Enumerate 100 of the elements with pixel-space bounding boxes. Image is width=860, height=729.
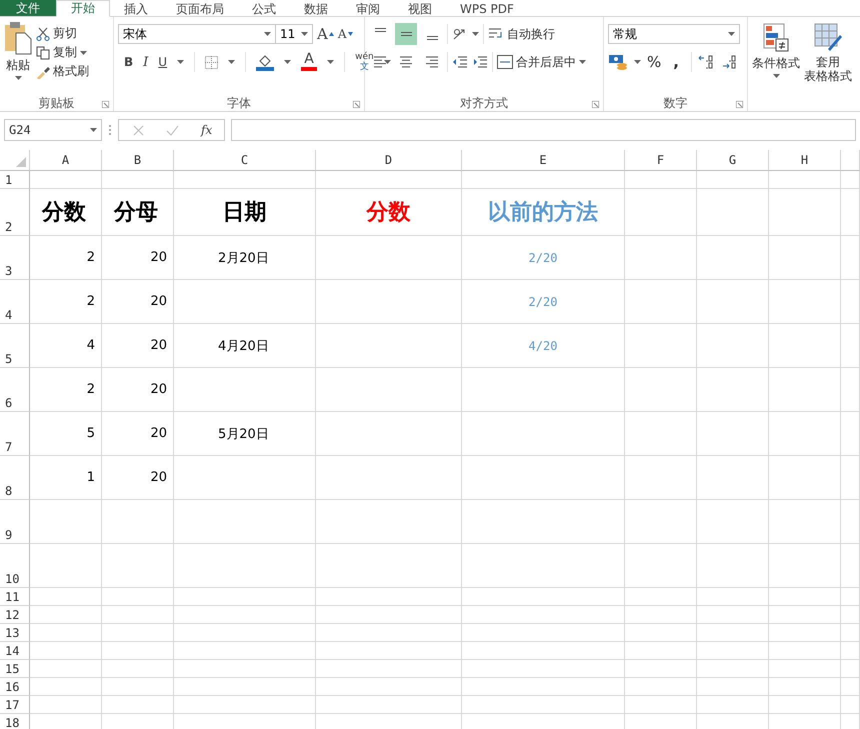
dropdown-caret-icon[interactable] bbox=[384, 60, 391, 64]
dialog-launcher-icon[interactable] bbox=[592, 101, 599, 108]
ribbon-tab[interactable]: WPS PDF bbox=[446, 2, 528, 16]
row-header[interactable]: 7 bbox=[5, 440, 12, 454]
increase-indent-icon[interactable] bbox=[472, 55, 488, 69]
column-header[interactable]: H bbox=[769, 150, 841, 171]
dropdown-caret-icon[interactable] bbox=[264, 32, 271, 36]
dropdown-caret-icon[interactable] bbox=[728, 32, 735, 36]
table-cell bbox=[841, 500, 860, 544]
grow-font-button[interactable]: A bbox=[317, 25, 334, 43]
name-box[interactable]: G24 bbox=[4, 119, 102, 141]
table-cell bbox=[697, 500, 769, 544]
table-cell: 20 bbox=[102, 280, 174, 324]
table-cell bbox=[697, 368, 769, 412]
dialog-launcher-icon[interactable] bbox=[736, 101, 743, 108]
table-cell bbox=[769, 171, 841, 189]
table-cell bbox=[769, 500, 841, 544]
comma-button[interactable]: , bbox=[667, 53, 685, 71]
number-format-field[interactable]: 常规 bbox=[608, 24, 740, 44]
column-header[interactable]: F bbox=[625, 150, 697, 171]
dropdown-caret-icon[interactable] bbox=[327, 60, 334, 64]
column-header[interactable]: E bbox=[462, 150, 625, 171]
paste-button[interactable]: 粘贴 bbox=[4, 21, 32, 95]
dropdown-caret-icon[interactable] bbox=[634, 60, 641, 64]
row-header[interactable]: 16 bbox=[5, 680, 20, 694]
dropdown-caret-icon[interactable] bbox=[284, 60, 292, 64]
dropdown-caret-icon[interactable] bbox=[301, 32, 308, 36]
table-cell: 4/20 bbox=[462, 324, 625, 368]
dropdown-caret-icon[interactable] bbox=[579, 60, 586, 64]
row-header[interactable]: 11 bbox=[5, 590, 20, 604]
table-cell: 2/20 bbox=[462, 280, 625, 324]
decrease-indent-icon[interactable] bbox=[452, 55, 468, 69]
paintbrush-icon bbox=[36, 64, 50, 78]
dropdown-caret-icon[interactable] bbox=[228, 60, 236, 64]
ribbon-tab[interactable]: 开始 bbox=[56, 0, 110, 17]
font-size-field[interactable]: 11 bbox=[275, 24, 313, 44]
table-cell bbox=[102, 588, 174, 606]
dropdown-caret-icon[interactable] bbox=[90, 128, 97, 132]
ribbon-tab[interactable]: 数据 bbox=[290, 2, 342, 16]
dropdown-caret-icon[interactable] bbox=[472, 32, 479, 36]
column-header[interactable]: D bbox=[316, 150, 462, 171]
align-lines-icon bbox=[400, 56, 412, 68]
dropdown-caret-icon[interactable] bbox=[80, 50, 87, 54]
column-header[interactable]: C bbox=[174, 150, 316, 171]
ribbon-tab[interactable]: 公式 bbox=[238, 2, 290, 16]
underline-button[interactable]: U bbox=[158, 55, 168, 69]
column-header[interactable]: B bbox=[102, 150, 174, 171]
row-header[interactable]: 4 bbox=[5, 308, 12, 322]
align-middle-button[interactable] bbox=[395, 23, 417, 45]
format-painter-button[interactable]: 格式刷 bbox=[36, 63, 89, 80]
row-header[interactable]: 13 bbox=[5, 626, 20, 640]
currency-icon[interactable] bbox=[608, 54, 628, 70]
borders-icon[interactable] bbox=[205, 56, 218, 68]
row-header[interactable]: 17 bbox=[5, 698, 20, 712]
row-header[interactable]: 12 bbox=[5, 608, 20, 622]
row-header[interactable]: 14 bbox=[5, 644, 20, 658]
percent-button[interactable]: % bbox=[647, 53, 662, 71]
merge-center-button[interactable]: 合并后居中 bbox=[497, 54, 586, 70]
dropdown-caret-icon[interactable] bbox=[177, 60, 184, 64]
row-header[interactable]: 1 bbox=[5, 173, 12, 187]
row-header[interactable]: 5 bbox=[5, 352, 12, 366]
ribbon-tab[interactable]: 插入 bbox=[110, 2, 162, 16]
shrink-font-button[interactable]: A bbox=[338, 27, 353, 41]
dialog-launcher-icon[interactable] bbox=[102, 101, 109, 108]
row-header[interactable]: 3 bbox=[5, 264, 12, 278]
wrap-text-button[interactable]: 自动换行 bbox=[488, 26, 555, 42]
row-header[interactable]: 18 bbox=[5, 716, 20, 729]
table-cell: 2月20日 bbox=[174, 236, 316, 280]
dropdown-caret-icon[interactable] bbox=[14, 76, 22, 80]
row-header[interactable]: 9 bbox=[5, 528, 12, 542]
bold-button[interactable]: B bbox=[124, 55, 134, 69]
fill-bucket-icon[interactable] bbox=[256, 54, 274, 70]
row-header[interactable]: 15 bbox=[5, 662, 20, 676]
format-as-table-button[interactable]: 套用 表格格式 bbox=[804, 23, 852, 111]
formula-input-field[interactable] bbox=[231, 119, 856, 141]
ribbon-tab[interactable]: 视图 bbox=[394, 2, 446, 16]
font-name-field[interactable]: 宋体 bbox=[118, 24, 276, 44]
column-header[interactable]: G bbox=[697, 150, 769, 171]
ribbon-tab[interactable]: 文件 bbox=[0, 0, 56, 16]
row-header[interactable]: 6 bbox=[5, 396, 12, 410]
insert-function-button[interactable]: fx bbox=[201, 123, 212, 137]
row-header[interactable]: 8 bbox=[5, 484, 12, 498]
italic-button[interactable]: I bbox=[143, 54, 148, 70]
conditional-formatting-button[interactable]: 条件格式 bbox=[752, 23, 800, 111]
ribbon-tab[interactable]: 审阅 bbox=[342, 2, 394, 16]
table-brush-icon bbox=[812, 23, 844, 53]
table-cell bbox=[625, 642, 697, 660]
row-header[interactable]: 2 bbox=[5, 220, 12, 234]
phonetic-guide-button[interactable]: wén 文 bbox=[355, 52, 374, 72]
dropdown-caret-icon[interactable] bbox=[772, 74, 780, 78]
cut-button[interactable]: 剪切 bbox=[36, 25, 89, 42]
font-color-button[interactable]: A bbox=[301, 53, 318, 71]
row-header[interactable]: 10 bbox=[5, 572, 20, 586]
table-cell bbox=[102, 696, 174, 714]
table-cell bbox=[697, 236, 769, 280]
ribbon-tab[interactable]: 页面布局 bbox=[162, 2, 238, 16]
column-header[interactable]: A bbox=[30, 150, 102, 171]
checkmark-icon[interactable] bbox=[166, 124, 179, 136]
dialog-launcher-icon[interactable] bbox=[353, 101, 360, 108]
copy-button[interactable]: 复制 bbox=[36, 44, 89, 61]
